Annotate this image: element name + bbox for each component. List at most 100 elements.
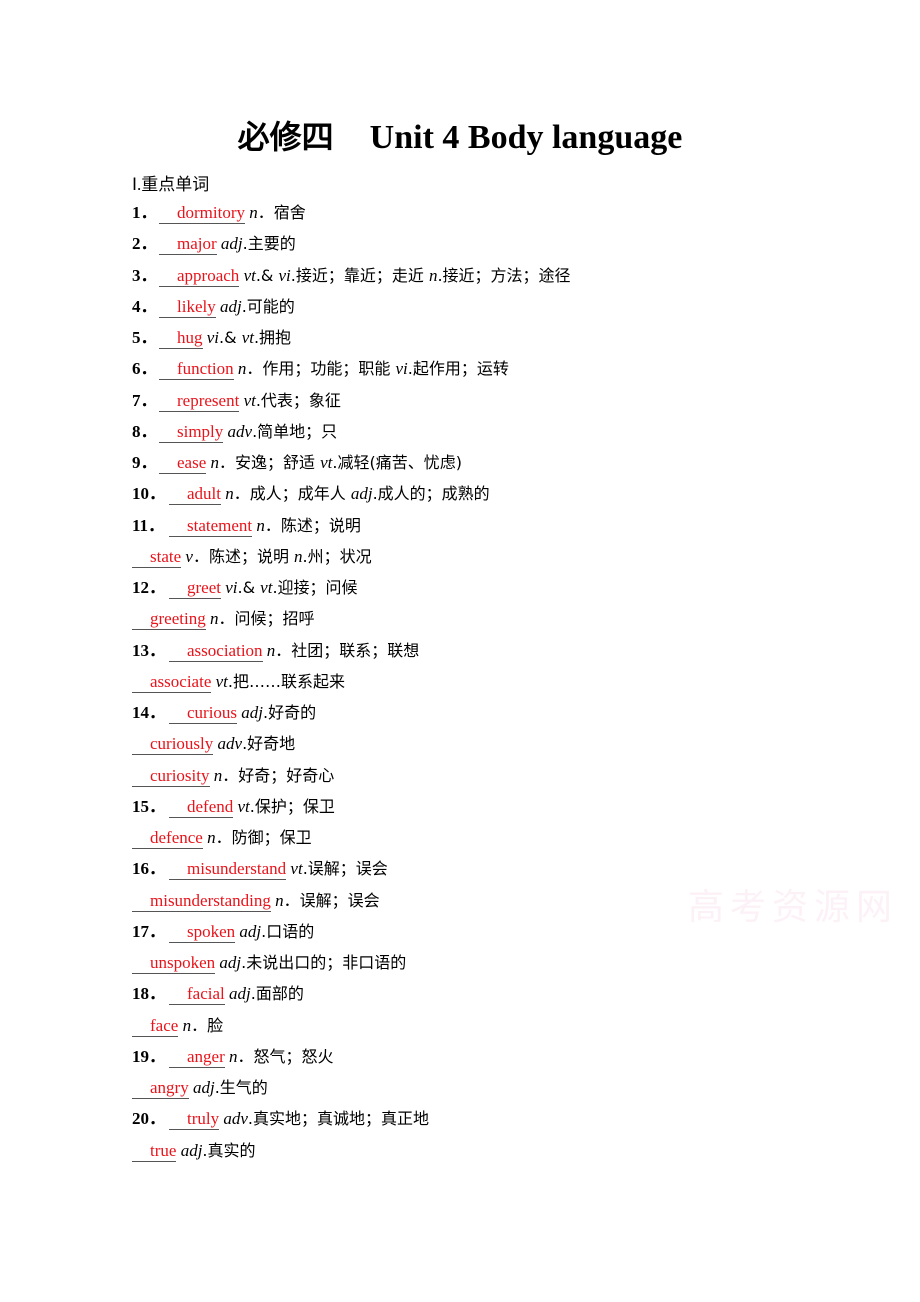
part-of-speech: vi [278,265,291,285]
section-label: 重点单词 [141,175,210,195]
entry-number: 12． [132,578,166,597]
vocab-entry: misunderstanding n．误解；误会 [132,888,571,919]
answer-word: anger [187,1046,225,1066]
answer-blank: function [159,359,234,381]
answer-blank: curious [169,703,238,724]
part-of-speech: adv [223,1109,248,1129]
part-of-speech: adv [227,421,253,441]
answer-blank: approach [159,266,240,287]
answer-word: ease [177,453,207,472]
part-of-speech: vt [290,859,303,879]
definition-text: .把……联系起来 [227,671,345,691]
answer-word: statement [187,515,253,535]
part-of-speech: v [185,546,193,566]
part-of-speech: vt [237,796,250,816]
title-cn: 必修四 [237,118,334,156]
entry-number: 1． [132,203,158,222]
definition-text: .成人的；成熟的 [372,484,490,504]
answer-blank: angry [132,1078,189,1099]
entry-number: 16． [132,859,166,879]
answer-word: curiously [150,734,214,754]
definition-text: .未说出口的；非口语的 [241,953,407,972]
entry-number: 13． [132,640,166,660]
answer-word: spoken [187,921,236,941]
answer-word: curiosity [150,765,210,785]
answer-blank: facial [169,984,225,1006]
title-en: Unit 4 Body language [369,119,683,156]
vocab-entry: curiosity n．好奇；好奇心 [132,763,571,794]
answer-word: defence [150,828,203,847]
vocab-entry: associate vt.把……联系起来 [132,669,571,700]
definition-text: .& [255,265,279,285]
definition-text: .迎接；问候 [272,578,358,597]
entry-number: 6． [132,359,158,379]
part-of-speech: vt [260,578,273,597]
definition-text: .可能的 [241,296,295,316]
definition-text: .好奇的 [263,703,317,722]
answer-blank: association [169,641,263,662]
definition-text: .简单地；只 [252,421,338,441]
part-of-speech: adj [219,296,242,316]
answer-blank: associate [132,671,212,693]
vocab-entry: 16． misunderstand vt.误解；误会 [132,856,571,887]
part-of-speech: n [275,890,284,910]
vocab-entry: 9． ease n．安逸；舒适 vt.减轻(痛苦、忧虑) [132,450,571,481]
answer-blank: misunderstand [169,859,287,881]
part-of-speech: n [294,546,303,566]
vocab-entry: 7． represent vt.代表；象征 [132,388,571,419]
answer-word: face [150,1015,179,1035]
answer-blank: dormitory [159,203,245,224]
part-of-speech: n [213,765,223,785]
part-of-speech: adj [229,984,251,1004]
answer-word: hug [177,328,203,347]
definition-text: ．陈述；说明 [192,546,295,566]
vocab-entry: 20． truly adv.真实地；真诚地；真正地 [132,1106,571,1137]
entry-number: 3． [132,265,158,285]
entry-number: 19． [132,1046,166,1066]
answer-word: angry [150,1078,189,1097]
part-of-speech: adv [217,734,243,754]
answer-blank: defend [169,796,234,818]
entry-number: 15． [132,796,166,816]
answer-word: true [150,1140,177,1160]
definition-text: .拥抱 [253,328,292,347]
definition-text: ．问候；招呼 [218,609,315,629]
part-of-speech: n [256,515,265,535]
part-of-speech: adj [192,1078,215,1097]
vocab-entry: 17． spoken adj.口语的 [132,919,571,950]
answer-word: associate [150,671,212,691]
vocab-entry: face n．脸 [132,1013,571,1044]
vocab-entry: 12． greet vi.& vt.迎接；问候 [132,575,571,606]
answer-blank: major [159,234,217,256]
answer-word: misunderstand [187,859,287,879]
vocab-entry: 11． statement n．陈述；说明 [132,513,571,544]
answer-blank: misunderstanding [132,891,271,912]
answer-blank: truly [169,1109,220,1131]
answer-word: greeting [150,609,206,629]
vocab-entry: 10． adult n．成人；成年人 adj.成人的；成熟的 [132,481,571,512]
vocab-entry: 6． function n．作用；功能；职能 vi.起作用；运转 [132,356,571,387]
answer-blank: unspoken [132,953,216,974]
part-of-speech: n [249,203,258,222]
answer-word: defend [187,796,234,816]
entry-number: 2． [132,234,158,254]
entry-number: 17． [132,921,166,941]
part-of-speech: vt [320,453,333,472]
entry-number: 11． [132,515,166,535]
answer-blank: face [132,1015,179,1037]
definition-text: .减轻(痛苦、忧虑) [332,453,462,472]
section-number: Ⅰ. [132,175,142,194]
entry-number: 9． [132,453,158,472]
entry-number: 8． [132,421,158,441]
definition-text: .保护；保卫 [249,796,335,816]
definition-text: .误解；误会 [302,859,388,879]
definition-text: ．防御；保卫 [215,828,312,847]
entry-number: 5． [132,328,158,347]
answer-word: simply [177,421,224,441]
vocab-entry: angry adj.生气的 [132,1075,571,1106]
definition-text: .起作用；运转 [407,359,509,379]
watermark: 高考资源网 [688,887,899,928]
part-of-speech: vi [206,328,220,347]
definition-text: .生气的 [214,1078,268,1097]
definition-text: .面部的 [250,984,304,1004]
